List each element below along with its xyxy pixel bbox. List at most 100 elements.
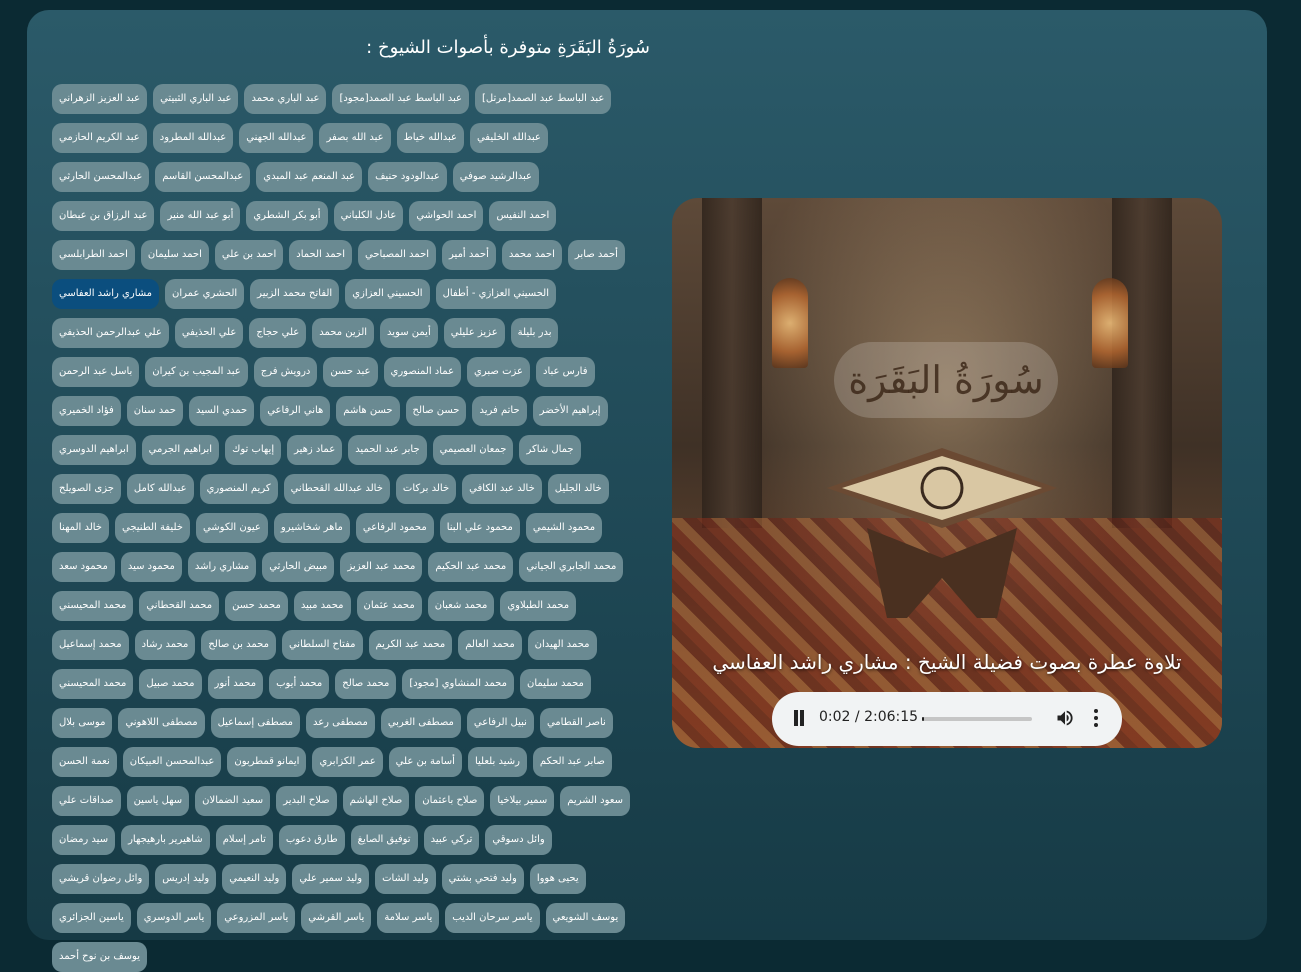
reciter-chip[interactable]: سمير بيلاخيا — [490, 786, 555, 816]
reciter-chip[interactable]: وليد سمير علي — [292, 864, 370, 894]
reciter-chip[interactable]: تركي عبيد — [423, 825, 480, 855]
reciter-chip[interactable]: جابر عبد الحميد — [348, 435, 427, 465]
reciter-chip[interactable]: توفيق الصايغ — [350, 825, 418, 855]
reciter-chip[interactable]: ياسر سلامة — [377, 903, 440, 933]
reciter-chip[interactable]: وائل رضوان قريشي — [52, 864, 150, 894]
reciter-chip[interactable]: محمد المحيسني — [52, 669, 134, 699]
reciter-chip[interactable]: يحيى هووا — [529, 864, 586, 894]
reciter-chip[interactable]: عبدالله الجهني — [239, 123, 314, 153]
reciter-chip[interactable]: عبد الكريم الحازمي — [52, 123, 147, 153]
reciter-chip[interactable]: سهل ياسين — [126, 786, 190, 816]
reciter-chip[interactable]: عبدالله الخليفي — [469, 123, 548, 153]
reciter-chip[interactable]: عادل الكلباني — [333, 201, 404, 231]
reciter-chip[interactable]: صلاح البدير — [276, 786, 337, 816]
reciter-chip[interactable]: الزين محمد — [312, 318, 375, 348]
reciter-chip[interactable]: عماد المنصوري — [383, 357, 462, 387]
reciter-chip[interactable]: علي حجاج — [249, 318, 307, 348]
reciter-chip[interactable]: وائل دسوقي — [485, 825, 552, 855]
reciter-chip[interactable]: إيهاب توك — [225, 435, 282, 465]
reciter-chip[interactable]: محمد سليمان — [520, 669, 591, 699]
reciter-chip[interactable]: وليد الشات — [375, 864, 436, 894]
reciter-chip[interactable]: ايمانو قمطربون — [227, 747, 307, 777]
reciter-chip[interactable]: هاني الرفاعي — [260, 396, 331, 426]
reciter-chip[interactable]: خليفة الطنيجي — [114, 513, 190, 543]
reciter-chip[interactable]: خالد بركات — [395, 474, 457, 504]
reciter-chip[interactable]: محمد القحطاني — [139, 591, 220, 621]
reciter-chip[interactable]: ناصر القطامي — [539, 708, 613, 738]
reciter-chip[interactable]: وليد النعيمي — [222, 864, 287, 894]
reciter-chip[interactable]: ياسر المزروعي — [217, 903, 296, 933]
reciter-chip[interactable]: محمد العالم — [458, 630, 522, 660]
reciter-chip[interactable]: أيمن سويد — [380, 318, 438, 348]
reciter-chip[interactable]: سعيد الضمالان — [195, 786, 271, 816]
reciter-chip[interactable]: محمد صالح — [335, 669, 397, 699]
reciter-chip[interactable]: مصطفى الغربي — [380, 708, 461, 738]
reciter-chip[interactable]: أبو عبد الله منير — [160, 201, 241, 231]
reciter-chip[interactable]: احمد سليمان — [140, 240, 209, 270]
reciter-chip[interactable]: عبد المنعم عبد المبدي — [256, 162, 363, 192]
reciter-chip[interactable]: محمود سيد — [120, 552, 182, 582]
reciter-chip[interactable]: صلاح الهاشم — [342, 786, 410, 816]
reciter-chip[interactable]: عبد الباري الثبيتي — [153, 84, 239, 114]
reciter-chip[interactable]: درويش فرج — [253, 357, 318, 387]
reciter-chip[interactable]: محمد حسن — [225, 591, 288, 621]
reciter-chip[interactable]: أبو بكر الشطري — [246, 201, 328, 231]
reciter-chip[interactable]: صداقات علي — [52, 786, 121, 816]
reciter-chip[interactable]: جمال شاكر — [519, 435, 581, 465]
reciter-chip[interactable]: محمود الرفاعي — [355, 513, 434, 543]
reciter-chip[interactable]: احمد محمد — [501, 240, 562, 270]
reciter-chip[interactable]: الحسيني العزازي - أطفال — [435, 279, 556, 309]
reciter-chip[interactable]: احمد الحماد — [289, 240, 352, 270]
reciter-chip[interactable]: شاهيرير بارهيجهار — [121, 825, 210, 855]
reciter-chip[interactable]: باسل عبد الرحمن — [52, 357, 140, 387]
reciter-chip[interactable]: عبدالله خياط — [396, 123, 464, 153]
reciter-chip[interactable]: جزى الصويلح — [52, 474, 121, 504]
reciter-chip[interactable]: مصطفى رعد — [305, 708, 375, 738]
reciter-chip[interactable]: محمد شعبان — [427, 591, 495, 621]
reciter-chip[interactable]: عبد الرزاق بن عبطان — [52, 201, 155, 231]
reciter-chip[interactable]: أسامة بن علي — [388, 747, 462, 777]
reciter-chip[interactable]: علي عبدالرحمن الحذيفي — [52, 318, 169, 348]
reciter-chip[interactable]: صابر عبد الحكم — [532, 747, 612, 777]
reciter-chip[interactable]: صلاح باعثمان — [415, 786, 485, 816]
reciter-chip[interactable]: ياسر الدوسري — [136, 903, 212, 933]
reciter-chip[interactable]: محمد عبد الحكيم — [428, 552, 514, 582]
reciter-chip[interactable]: عبد الباسط عبد الصمد[مجود] — [332, 84, 469, 114]
reciter-chip[interactable]: عبدالمحسن الحارثي — [52, 162, 150, 192]
reciter-chip[interactable]: فارس عباد — [535, 357, 595, 387]
reciter-chip[interactable]: يوسف الشويعي — [545, 903, 626, 933]
reciter-chip[interactable]: خالد عبدالله القحطاني — [283, 474, 390, 504]
reciter-chip[interactable]: محمد مبيد — [293, 591, 351, 621]
reciter-chip[interactable]: خالد عبد الكافي — [462, 474, 542, 504]
reciter-chip[interactable]: محمد الطبلاوي — [500, 591, 577, 621]
reciter-chip[interactable]: مبيض الحارثي — [262, 552, 335, 582]
seek-bar[interactable] — [922, 717, 1032, 721]
reciter-chip[interactable]: عبد حسن — [323, 357, 378, 387]
reciter-chip[interactable]: محمد عبد الكريم — [368, 630, 453, 660]
reciter-chip[interactable]: محمد الجابري الجياني — [519, 552, 624, 582]
reciter-chip[interactable]: احمد النفيس — [489, 201, 557, 231]
reciter-chip[interactable]: مصطفى اللاهوني — [118, 708, 205, 738]
reciter-chip[interactable]: عبد العزيز الزهراني — [52, 84, 148, 114]
reciter-chip[interactable]: ابراهيم الدوسري — [52, 435, 136, 465]
reciter-chip[interactable]: عبدالمحسن العبيكان — [122, 747, 222, 777]
reciter-chip[interactable]: نبيل الرفاعي — [466, 708, 534, 738]
reciter-chip[interactable]: كريم المنصوري — [199, 474, 278, 504]
reciter-chip[interactable]: ابراهيم الجرمي — [141, 435, 220, 465]
reciter-chip[interactable]: احمد بن علي — [214, 240, 284, 270]
reciter-chip[interactable]: مفتاح السلطاني — [281, 630, 363, 660]
reciter-chip[interactable]: عبد الباسط عبد الصمد[مرتل] — [474, 84, 612, 114]
reciter-chip[interactable]: يوسف بن نوح أحمد — [52, 942, 148, 972]
reciter-chip[interactable]: ياسر القرشي — [301, 903, 372, 933]
reciter-chip[interactable]: وليد فتحي بشتي — [441, 864, 524, 894]
reciter-chip[interactable]: طارق دعوب — [278, 825, 345, 855]
reciter-chip[interactable]: محمد الهيدان — [527, 630, 597, 660]
reciter-chip[interactable]: مصطفى إسماعيل — [210, 708, 300, 738]
reciter-chip[interactable]: محمد أنور — [207, 669, 264, 699]
reciter-chip[interactable]: محمد بن صالح — [201, 630, 276, 660]
reciter-chip[interactable]: محمد المنشاوي [مجود] — [402, 669, 514, 699]
reciter-chip[interactable]: محمد المحيسني — [52, 591, 134, 621]
reciter-chip[interactable]: محمد إسماعيل — [52, 630, 129, 660]
pause-icon[interactable] — [792, 710, 806, 726]
reciter-chip[interactable]: عبدالله المطرود — [152, 123, 234, 153]
